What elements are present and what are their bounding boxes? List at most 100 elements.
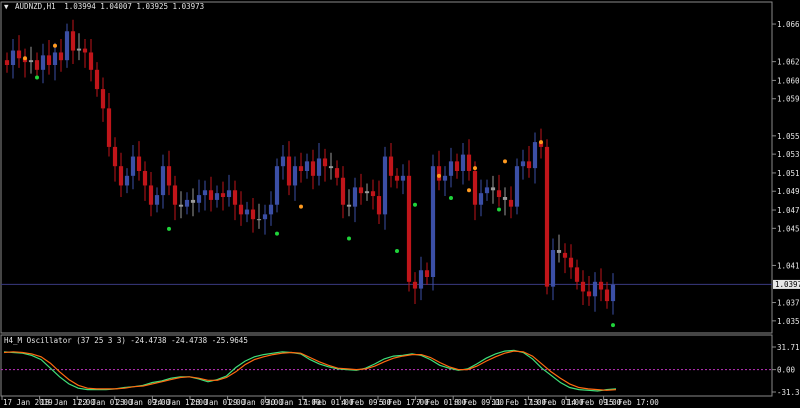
candle-body (334, 168, 340, 178)
candle-body (424, 270, 430, 277)
svg-text:1.03973: 1.03973 (775, 280, 800, 289)
candle-body (490, 187, 496, 191)
price-tick-label: 1.04745 (777, 206, 800, 215)
oscillator-tick-label: 0.00 (777, 366, 796, 375)
candle-body (76, 48, 82, 51)
candle-body (352, 187, 358, 207)
candle-body (484, 187, 490, 194)
price-tick-label: 1.04940 (777, 187, 800, 196)
fractal-down-dot (35, 75, 39, 80)
fractal-down-dot (497, 207, 501, 212)
chart-canvas: ▼ AUDNZD,H1 1.03994 1.04007 1.03925 1.03… (0, 0, 800, 408)
candle-body (502, 197, 508, 200)
fractal-down-dot (611, 323, 615, 328)
candle-body (292, 166, 298, 186)
candle-body (418, 270, 424, 289)
fractal-down-dot (275, 231, 279, 236)
oscillator-tick-label: 31.7145 (777, 343, 800, 352)
candle-body (526, 161, 532, 169)
candle-body (580, 281, 586, 292)
candle-body (298, 166, 304, 171)
candle-body (496, 190, 502, 198)
candle-body (202, 190, 208, 196)
candle-body (304, 161, 310, 171)
candle-body (10, 50, 16, 65)
candle-body (412, 281, 418, 289)
fractal-up-dot (299, 204, 303, 209)
candle-body (400, 175, 406, 181)
current-price-tag: 1.03973 (773, 279, 800, 289)
candle-body (118, 166, 124, 186)
candle-body (52, 52, 58, 65)
price-tick-label: 1.03785 (777, 299, 800, 308)
candle-body (544, 146, 550, 287)
candle-body (364, 191, 370, 194)
candle-body (466, 154, 472, 171)
candle-body (208, 190, 214, 200)
candle-body (184, 199, 190, 207)
candle-body (34, 60, 40, 70)
candle-body (448, 161, 454, 176)
candle-body (106, 108, 112, 147)
candle-body (598, 281, 604, 290)
candle-body (148, 185, 154, 205)
candle-body (478, 193, 484, 205)
price-tick-label: 1.05900 (777, 95, 800, 104)
candle-body (226, 190, 232, 198)
candle-body (256, 219, 262, 221)
candle-body (46, 55, 52, 65)
candle-body (238, 204, 244, 215)
candle-body (382, 156, 388, 215)
candle-body (592, 281, 598, 297)
price-tick-label: 1.03595 (777, 317, 800, 326)
fractal-down-dot (395, 248, 399, 253)
fractal-down-dot (449, 195, 453, 200)
fractal-down-dot (347, 236, 351, 241)
candle-body (112, 146, 118, 167)
candle-body (568, 257, 574, 268)
fractal-up-dot (53, 43, 57, 48)
candle-body (310, 161, 316, 176)
candle-body (472, 171, 478, 205)
candle-body (604, 289, 610, 302)
candle-body (178, 204, 184, 207)
candle-body (166, 166, 172, 186)
candle-body (130, 156, 136, 176)
candle-body (376, 196, 382, 215)
collapse-triangle-icon[interactable]: ▼ (4, 2, 9, 11)
candle-body (190, 199, 196, 203)
candle-body (94, 69, 100, 90)
candle-body (586, 291, 592, 297)
price-tick-label: 1.05515 (777, 132, 800, 141)
price-tick-label: 1.06285 (777, 58, 800, 67)
candle-body (436, 166, 442, 181)
candle-body (406, 175, 412, 282)
candle-body (340, 177, 346, 205)
fractal-up-dot (23, 56, 27, 61)
candle-body (454, 161, 460, 171)
candle-body (556, 250, 562, 253)
fractal-up-dot (437, 173, 441, 178)
candle-body (268, 204, 274, 215)
price-tick-label: 1.06090 (777, 76, 800, 85)
candle-body (82, 48, 88, 53)
oscillator-tick-label: -31.3653 (777, 388, 800, 397)
candle-body (442, 175, 448, 181)
candle-body (196, 195, 202, 203)
candle-body (550, 250, 556, 287)
candle-body (388, 156, 394, 176)
candle-body (328, 166, 334, 169)
candle-body (142, 171, 148, 186)
candle-body (100, 89, 106, 109)
candle-body (160, 166, 166, 196)
price-tick-label: 1.06675 (777, 20, 800, 29)
candle-body (58, 52, 64, 61)
oscillator-header: H4_M Oscillator (37 25 3 3) -24.4738 -24… (4, 336, 248, 345)
price-tick-label: 1.04555 (777, 224, 800, 233)
fractal-up-dot (503, 159, 507, 164)
candle-body (316, 158, 322, 176)
candle-body (262, 214, 268, 220)
candle-body (532, 142, 538, 169)
candle-body (28, 60, 34, 63)
candle-body (154, 195, 160, 205)
